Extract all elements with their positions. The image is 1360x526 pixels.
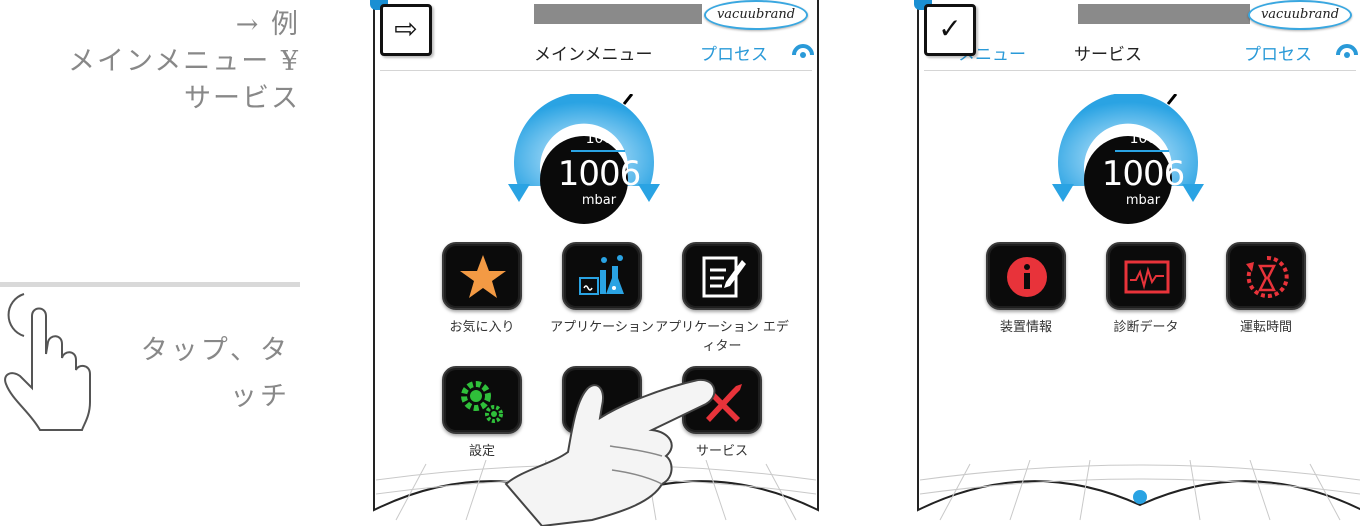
header-divider <box>924 70 1356 71</box>
tile-label: 診断データ <box>1113 320 1179 335</box>
tile-applications[interactable]: アプリケーション <box>550 242 654 335</box>
gauge-setpoint: 100 <box>1129 131 1157 147</box>
tile-label: アプリケーション <box>550 320 654 335</box>
tap-line2: ッチ <box>230 381 290 412</box>
instruction-path-line1: メインメニュー ¥ <box>68 46 300 77</box>
navigation-arrow-icon: ⇨ <box>380 4 432 56</box>
screen-service: vacuubrand メニュー ✓ サービス プロセス 100 1006 mba… <box>910 0 1360 526</box>
gauge-separator <box>1115 150 1169 152</box>
process-button[interactable]: プロセス <box>1244 40 1312 65</box>
brand-logo: vacuubrand <box>1248 0 1352 30</box>
applications-icon <box>579 255 624 295</box>
edit-icon <box>702 256 746 298</box>
header-divider <box>380 70 812 71</box>
info-icon <box>1007 257 1047 297</box>
page-indicator[interactable] <box>1133 490 1147 504</box>
instruction-arrow: → 例 <box>235 9 300 40</box>
process-icon[interactable] <box>1336 40 1358 62</box>
gauge-unit: mbar <box>581 193 617 208</box>
gauge-separator <box>571 150 625 152</box>
tap-hand-icon <box>4 293 91 431</box>
instruction-path-line2: サービス <box>184 83 300 114</box>
status-bar <box>534 4 702 24</box>
tile-favorites[interactable]: お気に入り <box>442 242 522 335</box>
gauge-unit: mbar <box>1125 193 1161 208</box>
checkmark-icon: ✓ <box>924 4 976 56</box>
instruction-divider <box>0 282 300 287</box>
tile-diagnostics[interactable]: 診断データ <box>1106 242 1186 335</box>
instruction-path: → 例 メインメニュー ¥ サービス <box>0 6 300 117</box>
tile-label: 運転時間 <box>1239 320 1292 335</box>
process-button[interactable]: プロセス <box>700 40 768 65</box>
diagnostics-icon <box>1124 260 1170 294</box>
tap-line1: タップ、タ <box>140 335 290 366</box>
tapping-hand-icon <box>504 378 716 526</box>
gauge-setpoint: 100 <box>585 131 613 147</box>
tile-device-info[interactable]: 装置情報 <box>986 242 1066 335</box>
tile-label: アプリケーション エディター <box>655 320 789 354</box>
gauge-value: 1006 <box>1101 154 1186 194</box>
tile-application-editor[interactable]: アプリケーション エディター <box>655 242 789 354</box>
gears-icon <box>461 381 503 423</box>
page-title: サービス <box>1074 45 1142 65</box>
status-bar <box>1078 4 1250 24</box>
process-icon[interactable] <box>792 40 814 62</box>
page-title: メインメニュー <box>534 45 653 65</box>
tile-label: 装置情報 <box>999 320 1052 335</box>
star-icon <box>460 255 506 298</box>
tile-label: お気に入り <box>449 320 515 335</box>
tile-runtime[interactable]: 運転時間 <box>1226 242 1306 335</box>
gauge-value: 1006 <box>557 154 642 194</box>
tap-instruction: タップ、タ ッチ <box>120 328 290 420</box>
runtime-icon <box>1246 255 1289 298</box>
brand-logo: vacuubrand <box>704 0 808 30</box>
screen-main-menu: vacuubrand ⇨ メインメニュー プロセス 100 1006 mbar … <box>366 0 826 526</box>
